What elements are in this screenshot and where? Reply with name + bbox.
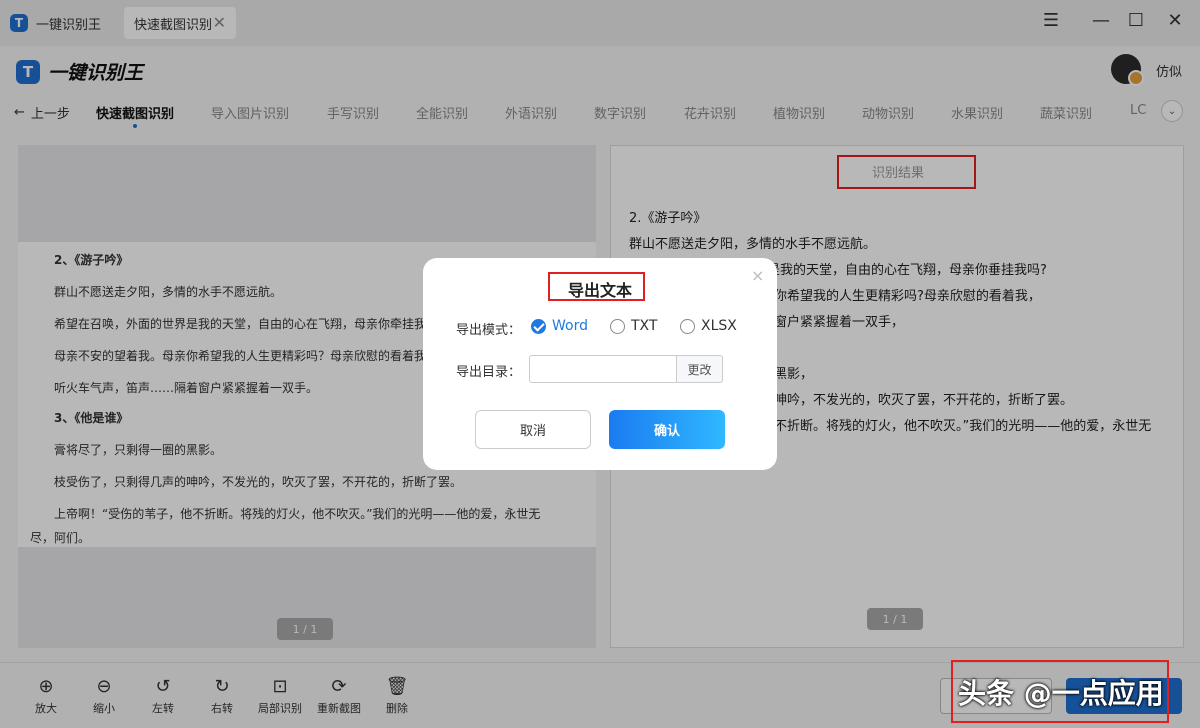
radio-checked-icon xyxy=(531,318,546,334)
radio-xlsx[interactable]: XLSX xyxy=(680,318,737,334)
radio-word[interactable]: Word xyxy=(531,318,588,334)
highlight-box-bottom-buttons xyxy=(951,660,1169,723)
export-dir-input[interactable] xyxy=(529,355,677,383)
change-dir-button[interactable]: 更改 xyxy=(676,355,723,383)
cancel-button[interactable]: 取消 xyxy=(475,410,591,449)
export-mode-label: 导出模式： xyxy=(456,323,522,338)
confirm-button[interactable]: 确认 xyxy=(609,410,725,449)
export-dir-label: 导出目录： xyxy=(456,365,522,380)
highlight-box-dialog-title xyxy=(548,272,645,301)
radio-txt[interactable]: TXT xyxy=(610,318,657,334)
export-text-dialog: 导出文本 × 导出模式： Word TXT XLSX 导出目录： 更改 取消 确… xyxy=(423,258,777,470)
radio-word-label: Word xyxy=(552,318,588,334)
radio-xlsx-label: XLSX xyxy=(701,318,737,334)
radio-unchecked-icon xyxy=(680,318,695,334)
radio-unchecked-icon xyxy=(610,318,625,334)
radio-txt-label: TXT xyxy=(631,318,658,334)
close-icon[interactable]: × xyxy=(751,266,764,285)
